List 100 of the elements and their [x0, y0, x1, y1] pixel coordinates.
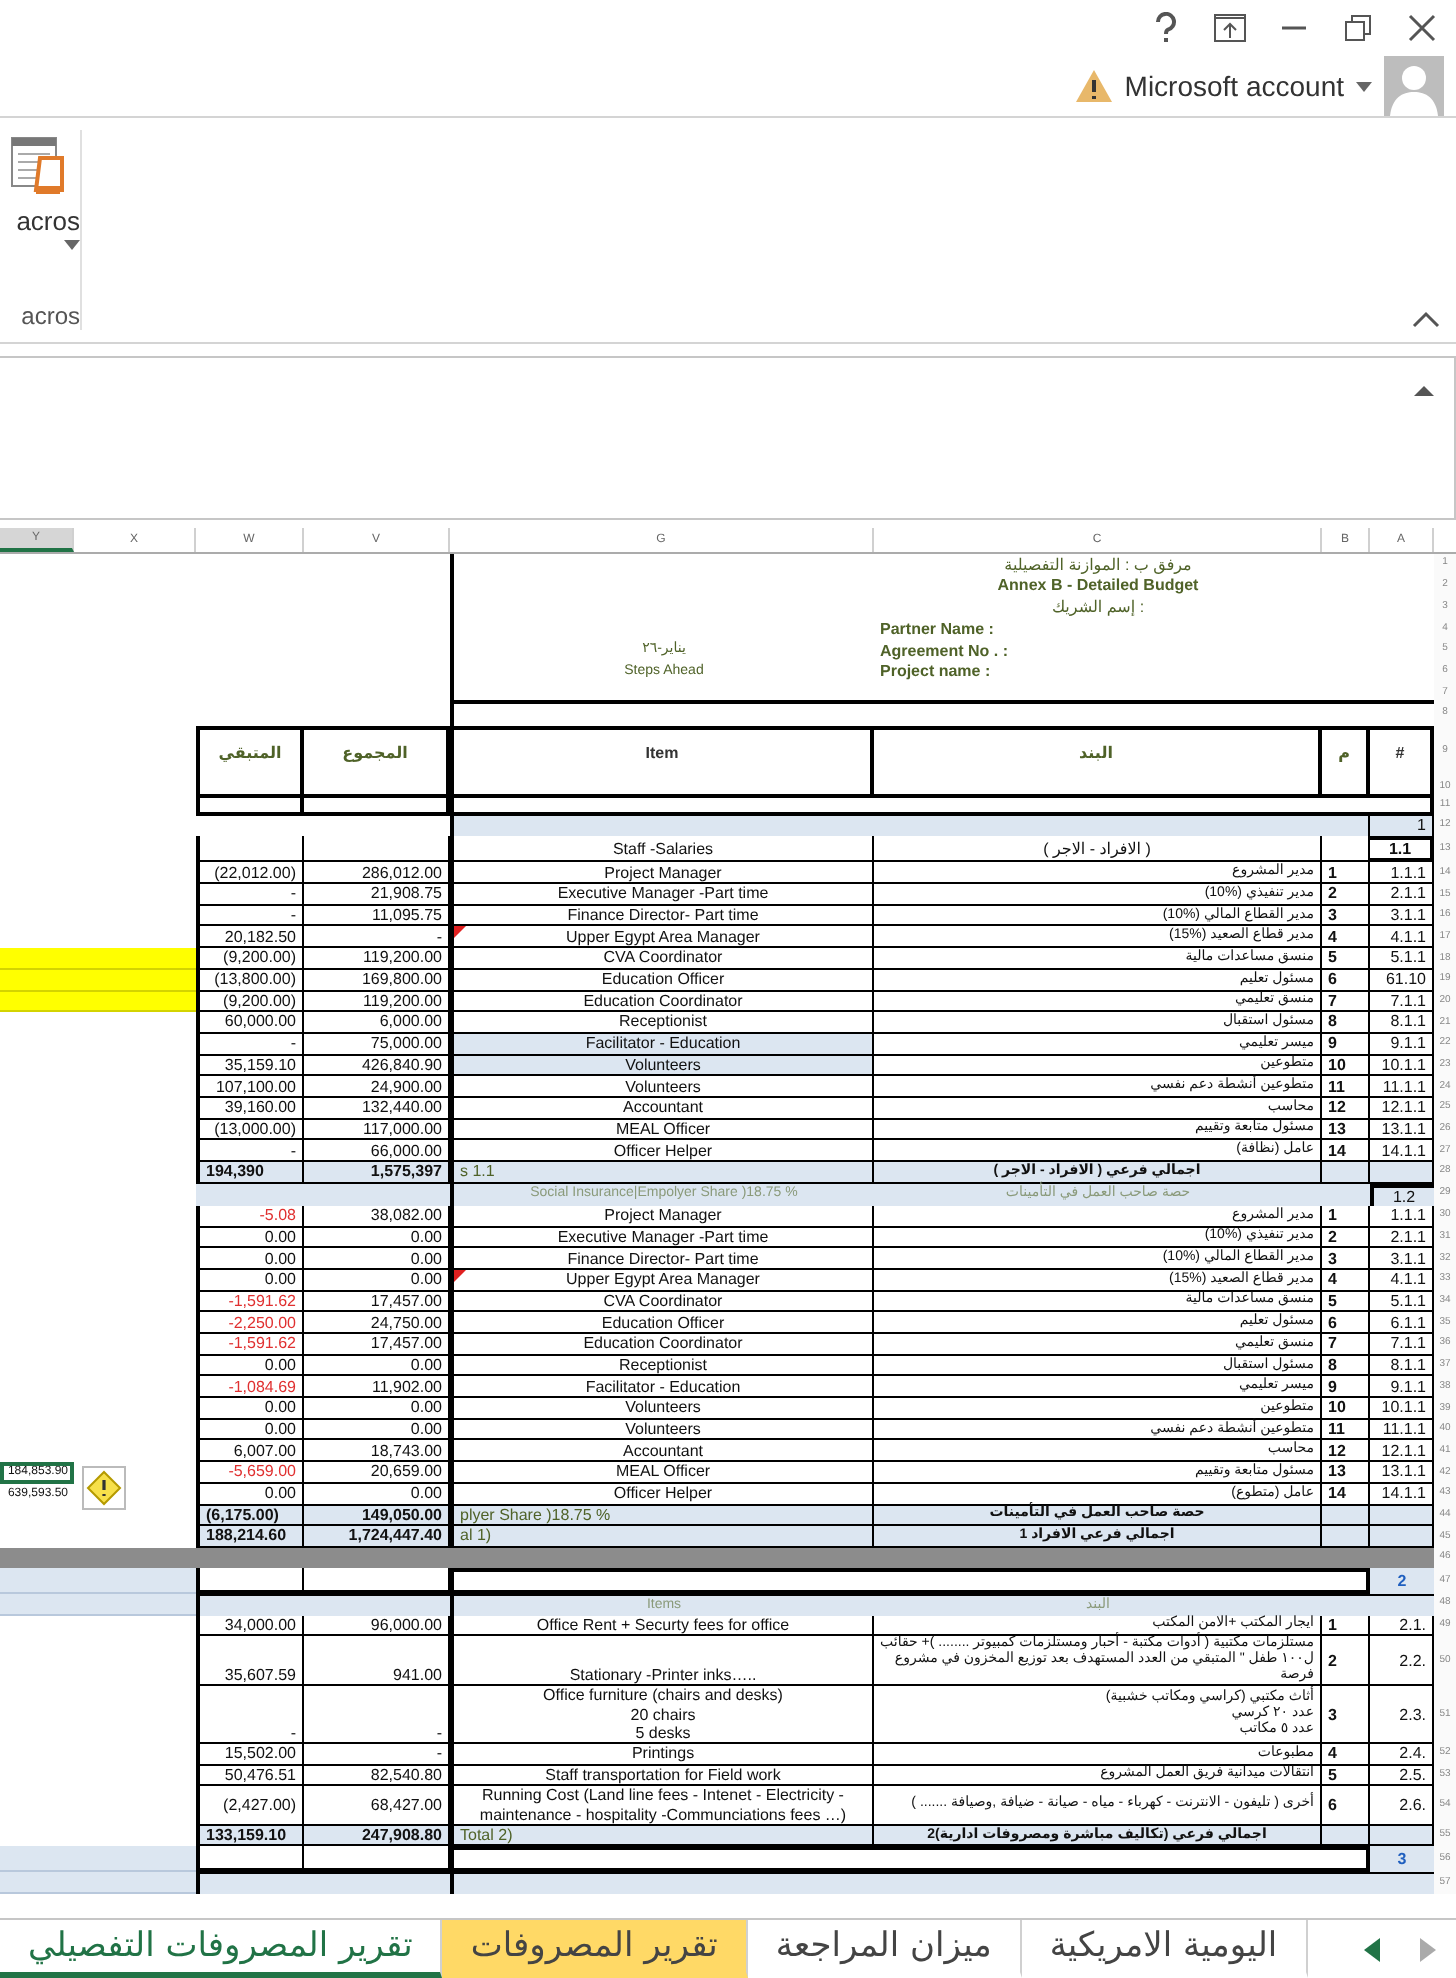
comment-marker-icon [454, 926, 466, 939]
table-cell: 188,214.60 [196, 1526, 304, 1548]
table-cell: البند [874, 725, 1322, 779]
table-cell: 96,000.00 [304, 1615, 450, 1637]
table-cell: Total 2) [450, 1825, 874, 1847]
account-button[interactable]: Microsoft account [1124, 70, 1372, 102]
table-cell: 9 [1322, 1376, 1370, 1399]
collapse-formula-icon[interactable] [1410, 382, 1438, 402]
table-cell: 286,012.00 [304, 862, 450, 885]
table-cell: Upper Egypt Area Manager [450, 926, 874, 949]
table-cell: Finance Director- Part time [450, 905, 874, 927]
warning-icon[interactable] [82, 1466, 126, 1511]
help-icon [1154, 12, 1178, 44]
table-cell: 3 [1370, 1846, 1434, 1873]
sheet-tab[interactable]: تقرير المصروفات التفصيلي [0, 1920, 443, 1978]
table-cell: 0.00 [196, 1227, 304, 1249]
table-cell: - [304, 926, 450, 949]
table-cell: 941.00 [304, 1636, 450, 1687]
table-cell: Volunteers [450, 1419, 874, 1441]
table-cell: Executive Manager -Part time [450, 884, 874, 906]
table-cell: Education Officer [450, 1312, 874, 1334]
shaded-cell [1370, 1825, 1434, 1847]
table-cell: 12 [1322, 1440, 1370, 1463]
table-cell: 34,000.00 [196, 1615, 304, 1637]
table-cell: Volunteers [450, 1076, 874, 1098]
macros-button[interactable]: acros [8, 130, 80, 250]
table-cell: 1,575,397 [304, 1162, 450, 1184]
table-cell: 0.00 [304, 1419, 450, 1441]
table-cell: 24,750.00 [304, 1312, 450, 1334]
table-cell: 107,100.00 [196, 1076, 304, 1098]
shaded-cell [196, 1872, 304, 1895]
table-cell-text: Project name : [878, 660, 993, 683]
table-cell: -1,591.62 [196, 1334, 304, 1356]
table-cell: 35,159.10 [196, 1055, 304, 1077]
table-cell: 2 [1322, 884, 1370, 906]
table-cell: -5,659.00 [196, 1462, 304, 1484]
table-cell: 1 [1322, 1615, 1370, 1637]
table-cell: 1 [1322, 862, 1370, 885]
table-cell: Stationary -Printer inks….. [450, 1636, 874, 1687]
table-cell: المتبقي [196, 725, 304, 779]
table-cell: 0.00 [196, 1398, 304, 1420]
table-cell: Accountant [450, 1097, 874, 1120]
table-cell: Staff -Salaries [450, 836, 874, 863]
sheet-tab[interactable]: تقرير المصروفات [442, 1920, 748, 1978]
table-cell: 11,902.00 [304, 1376, 450, 1399]
ribbon-display-button[interactable] [1212, 10, 1248, 46]
collapse-ribbon-icon[interactable] [1412, 310, 1440, 330]
table-cell: (13,000.00) [196, 1119, 304, 1141]
comment-marker-icon [454, 1269, 466, 1282]
table-cell: 0.00 [196, 1419, 304, 1441]
table-cell-text: مرفق ب : الموازنة التفصيلية [1002, 554, 1194, 576]
table-cell: 8 [1322, 1355, 1370, 1377]
table-cell: Facilitator - Education [450, 1033, 874, 1056]
table-cell: s 1.1 [450, 1162, 874, 1184]
table-cell: 1 [1322, 1205, 1370, 1228]
table-cell: Office Rent + Securty fees for office [450, 1615, 874, 1637]
table-cell: (9,200.00) [196, 948, 304, 970]
table-cell: 82,540.80 [304, 1765, 450, 1787]
table-cell: - [196, 905, 304, 927]
table-cell: - [196, 1686, 304, 1744]
table-cell: - [304, 1686, 450, 1744]
table-cell: 117,000.00 [304, 1119, 450, 1141]
table-cell: 133,159.10 [196, 1825, 304, 1847]
table-cell: 3 [1322, 905, 1370, 927]
table-cell: CVA Coordinator [450, 948, 874, 970]
table-cell: -1,591.62 [196, 1291, 304, 1313]
table-cell: 2 [1322, 1636, 1370, 1687]
shaded-cell [1370, 1505, 1434, 1527]
table-cell: 17,457.00 [304, 1291, 450, 1313]
table-cell: 13 [1322, 1462, 1370, 1484]
table-cell: 6 [1322, 1312, 1370, 1334]
table-cell: 2 [1370, 1567, 1434, 1594]
empty-cell [1322, 779, 1370, 797]
table-cell: plyer Share )18.75 % [450, 1505, 874, 1527]
minimize-icon [1282, 26, 1306, 30]
empty-cell [196, 779, 304, 797]
table-cell: 4 [1322, 1269, 1370, 1292]
table-cell: 20,659.00 [304, 1462, 450, 1484]
table-cell: 11 [1322, 1076, 1370, 1098]
table-cell: 10 [1322, 1398, 1370, 1420]
table-cell: Volunteers [450, 1398, 874, 1420]
restore-button[interactable] [1340, 10, 1376, 46]
shaded-cell [1322, 1183, 1370, 1206]
shaded-cell [1322, 815, 1370, 837]
caret-icon [1356, 81, 1372, 91]
table-cell: 6,007.00 [196, 1440, 304, 1463]
shaded-cell [196, 1593, 304, 1616]
table-cell: م [1322, 725, 1370, 779]
table-cell: Project Manager [450, 862, 874, 885]
shaded-cell [1370, 1593, 1434, 1616]
table-cell: 50,476.51 [196, 1765, 304, 1787]
close-button[interactable] [1404, 10, 1440, 46]
table-cell: (22,012.00) [196, 862, 304, 885]
table-cell: 24,900.00 [304, 1076, 450, 1098]
table-cell: 15,502.00 [196, 1743, 304, 1766]
table-cell: Volunteers [450, 1055, 874, 1077]
table-cell: 3 [1322, 1248, 1370, 1270]
table-cell: (13,800.00) [196, 969, 304, 991]
table-cell: 18,743.00 [304, 1440, 450, 1463]
table-cell: Accountant [450, 1440, 874, 1463]
